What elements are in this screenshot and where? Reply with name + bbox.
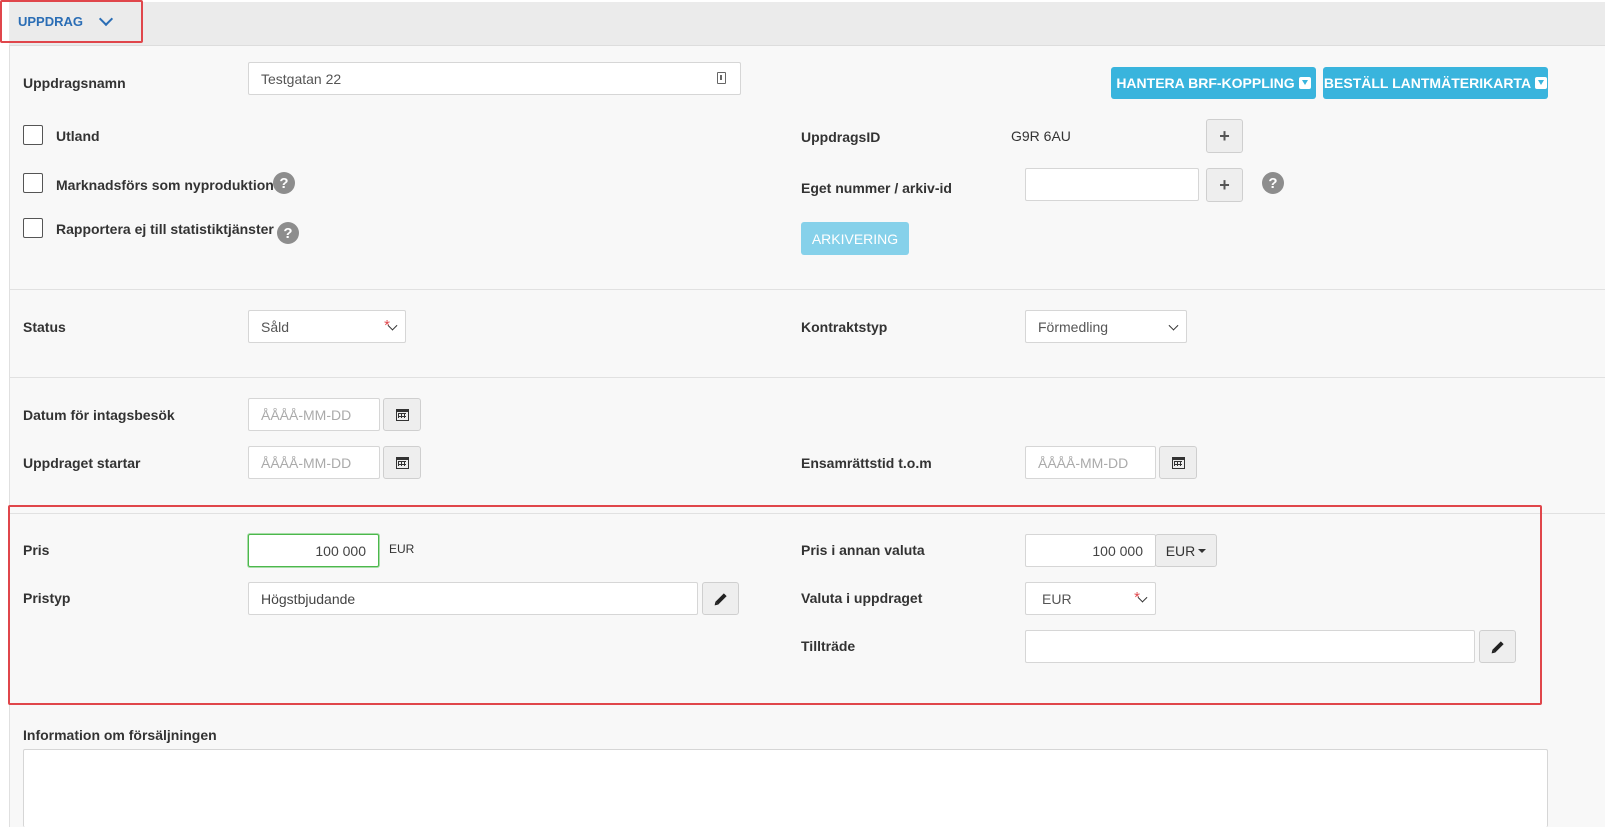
uppdragsid-value: G9R 6AU bbox=[1011, 128, 1071, 144]
calendar-icon bbox=[395, 456, 409, 469]
caret-down-icon bbox=[1198, 548, 1207, 553]
rapportera-checkbox[interactable] bbox=[23, 218, 43, 238]
tab-uppdrag[interactable]: UPPDRAG bbox=[18, 11, 114, 29]
pencil-icon bbox=[1491, 640, 1504, 653]
status-label: Status bbox=[23, 319, 66, 335]
pristyp-value: Högstbjudande bbox=[261, 590, 356, 607]
tilltrade-edit-button[interactable] bbox=[1479, 630, 1516, 663]
annan-valuta-currency: EUR bbox=[1165, 542, 1196, 559]
kontraktstyp-value: Förmedling bbox=[1038, 318, 1109, 335]
dropdown-caret-icon bbox=[1298, 77, 1311, 89]
eget-nummer-input[interactable] bbox=[1025, 168, 1199, 201]
date-placeholder: ÅÅÅÅ-MM-DD bbox=[261, 406, 352, 423]
pris-label: Pris bbox=[23, 542, 50, 558]
ensamratt-label: Ensamrättstid t.o.m bbox=[801, 455, 932, 471]
intagsbesok-label: Datum för intagsbesök bbox=[23, 407, 175, 423]
chevron-down-icon bbox=[1168, 320, 1179, 331]
divider bbox=[9, 377, 1605, 378]
bestall-lantmaterikarta-label: BESTÄLL LANTMÄTERIKARTA bbox=[1323, 75, 1532, 91]
hantera-brf-label: HANTERA BRF-KOPPLING bbox=[1116, 75, 1295, 91]
help-icon[interactable]: ? bbox=[273, 172, 295, 194]
info-textarea[interactable] bbox=[23, 749, 1548, 827]
bestall-lantmaterikarta-button[interactable]: BESTÄLL LANTMÄTERIKARTA bbox=[1323, 67, 1548, 99]
annan-valuta-input[interactable]: 100 000 bbox=[1025, 534, 1156, 567]
valuta-select[interactable]: EUR * bbox=[1025, 582, 1156, 615]
pris-value: 100 000 bbox=[315, 542, 366, 559]
annan-valuta-label: Pris i annan valuta bbox=[801, 542, 925, 558]
intagsbesok-date-input[interactable]: ÅÅÅÅ-MM-DD bbox=[248, 398, 380, 431]
field-info-icon bbox=[717, 72, 726, 84]
add-uppdragsid-button[interactable]: + bbox=[1206, 119, 1243, 153]
hantera-brf-button[interactable]: HANTERA BRF-KOPPLING bbox=[1111, 67, 1316, 99]
pristyp-label: Pristyp bbox=[23, 590, 71, 606]
valuta-label: Valuta i uppdraget bbox=[801, 590, 923, 606]
uppdragsnamn-value: Testgatan 22 bbox=[261, 70, 342, 87]
add-eget-nummer-button[interactable]: + bbox=[1206, 168, 1243, 202]
arkivering-button[interactable]: ARKIVERING bbox=[801, 222, 909, 255]
eget-nummer-label: Eget nummer / arkiv-id bbox=[801, 180, 952, 196]
utland-label: Utland bbox=[56, 128, 100, 144]
divider bbox=[9, 289, 1605, 290]
rapportera-label: Rapportera ej till statistiktjänster bbox=[56, 221, 274, 237]
help-icon[interactable]: ? bbox=[277, 222, 299, 244]
header-bar bbox=[9, 2, 1605, 46]
dropdown-caret-icon bbox=[1535, 77, 1548, 89]
date-placeholder: ÅÅÅÅ-MM-DD bbox=[1038, 454, 1129, 471]
chevron-down-icon bbox=[98, 11, 114, 26]
pristyp-input[interactable]: Högstbjudande bbox=[248, 582, 698, 615]
intagsbesok-calendar-button[interactable] bbox=[383, 398, 421, 431]
arkivering-label: ARKIVERING bbox=[811, 230, 899, 247]
date-placeholder: ÅÅÅÅ-MM-DD bbox=[261, 454, 352, 471]
annan-valuta-currency-dropdown[interactable]: EUR bbox=[1155, 534, 1217, 567]
uppdragsid-label: UppdragsID bbox=[801, 129, 881, 145]
divider bbox=[9, 513, 1605, 514]
calendar-icon bbox=[1171, 456, 1185, 469]
calendar-icon bbox=[395, 408, 409, 421]
plus-icon: + bbox=[1219, 126, 1230, 146]
nyproduktion-label: Marknadsförs som nyproduktion bbox=[56, 177, 274, 193]
pristyp-edit-button[interactable] bbox=[702, 582, 739, 615]
valuta-value: EUR bbox=[1042, 590, 1072, 607]
pris-currency: EUR bbox=[389, 542, 415, 556]
startar-label: Uppdraget startar bbox=[23, 455, 141, 471]
ensamratt-date-input[interactable]: ÅÅÅÅ-MM-DD bbox=[1025, 446, 1156, 479]
status-value: Såld bbox=[261, 318, 290, 335]
nyproduktion-checkbox[interactable] bbox=[23, 173, 43, 193]
pencil-icon bbox=[714, 592, 727, 605]
startar-calendar-button[interactable] bbox=[383, 446, 421, 479]
info-label: Information om försäljningen bbox=[23, 727, 217, 743]
startar-date-input[interactable]: ÅÅÅÅ-MM-DD bbox=[248, 446, 380, 479]
kontraktstyp-label: Kontraktstyp bbox=[801, 319, 888, 335]
help-icon[interactable]: ? bbox=[1262, 172, 1284, 194]
tilltrade-label: Tillträde bbox=[801, 638, 856, 654]
annan-valuta-value: 100 000 bbox=[1092, 542, 1143, 559]
uppdragsnamn-label: Uppdragsnamn bbox=[23, 75, 126, 91]
ensamratt-calendar-button[interactable] bbox=[1159, 446, 1197, 479]
utland-checkbox[interactable] bbox=[23, 125, 43, 145]
tab-uppdrag-label: UPPDRAG bbox=[18, 14, 84, 29]
tilltrade-input[interactable] bbox=[1025, 630, 1475, 663]
status-select[interactable]: Såld * bbox=[248, 310, 406, 343]
uppdragsnamn-input[interactable]: Testgatan 22 bbox=[248, 62, 741, 95]
pris-input[interactable]: 100 000 bbox=[248, 534, 379, 567]
kontraktstyp-select[interactable]: Förmedling bbox=[1025, 310, 1187, 343]
plus-icon: + bbox=[1219, 175, 1230, 195]
